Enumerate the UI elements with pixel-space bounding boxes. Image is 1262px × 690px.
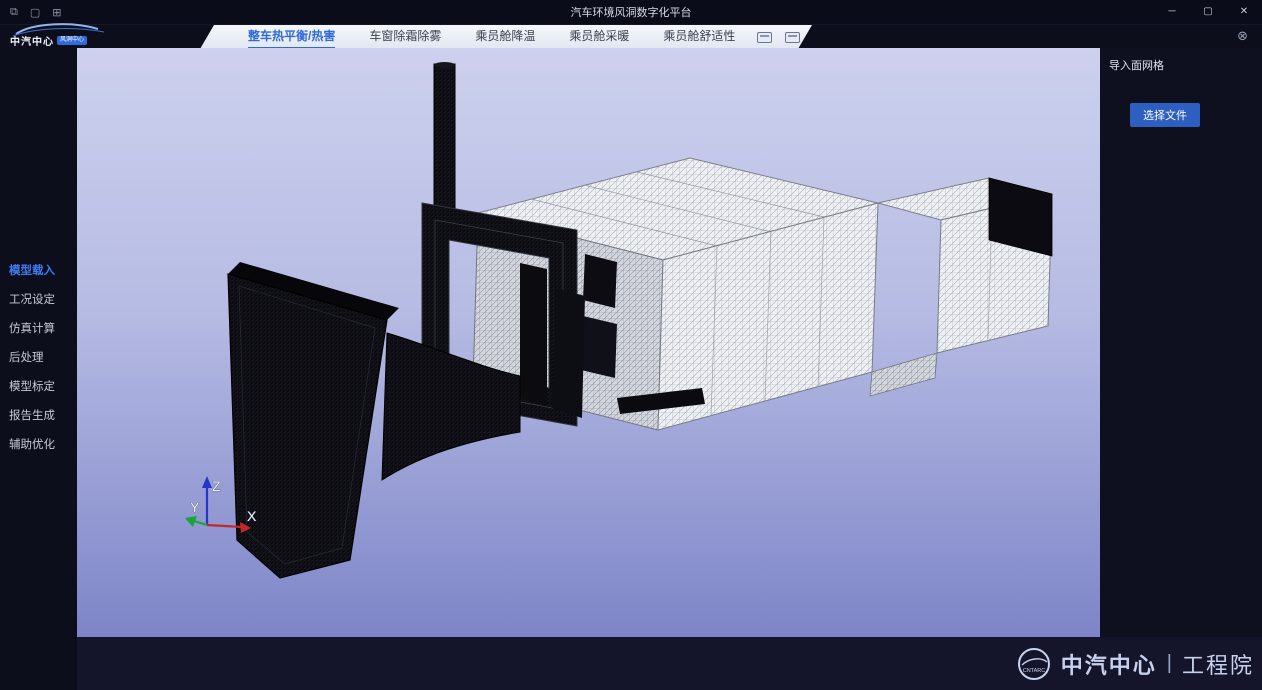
titlebar: ⧉ ▢ ⊞ 汽车环境风洞数字化平台 ─ ▢ ✕ — [0, 0, 1262, 24]
nav-bar: 整车热平衡/热害 车窗除霜除雾 乘员舱降温 乘员舱采暖 乘员舱舒适性 ⊗ — [0, 24, 1262, 48]
panel-toggle-icon-2[interactable] — [785, 32, 800, 43]
nav-tools — [757, 32, 800, 43]
footer-brand-text: 中汽中心 — [1061, 648, 1157, 680]
minimize-button[interactable]: ─ — [1154, 0, 1190, 24]
viewport-3d[interactable]: Z X Y — [77, 48, 1100, 637]
logo-badge: 风洞中心 — [57, 36, 87, 45]
titlebar-menu-icons: ⧉ ▢ ⊞ — [0, 6, 61, 19]
sidebar-menu: 模型载入 工况设定 仿真计算 后处理 模型标定 报告生成 辅助优化 — [0, 257, 77, 460]
footer-logo: CNTARC 中汽中心 | 工程院 — [1017, 647, 1254, 681]
axis-label-y: Y — [190, 499, 200, 515]
cntarc-logo-icon: CNTARC — [1017, 647, 1051, 681]
maximize-button[interactable]: ▢ — [1190, 0, 1226, 24]
select-file-button[interactable]: 选择文件 — [1130, 103, 1200, 127]
logo-brand-text: 中汽中心 — [10, 33, 54, 48]
window-title: 汽车环境风洞数字化平台 — [0, 4, 1262, 20]
sidebar-item-report[interactable]: 报告生成 — [0, 402, 77, 431]
tab-cabin-heating[interactable]: 乘员舱采暖 — [569, 25, 629, 49]
footer-org-text: 工程院 — [1182, 648, 1254, 680]
sidebar-item-calibration[interactable]: 模型标定 — [0, 373, 77, 402]
tab-defrost-defog[interactable]: 车窗除霜除雾 — [369, 25, 441, 49]
mesh-box-right — [870, 178, 1052, 396]
nav-tabs: 整车热平衡/热害 车窗除霜除雾 乘员舱降温 乘员舱采暖 乘员舱舒适性 — [200, 25, 812, 49]
tab-cabin-cooling[interactable]: 乘员舱降温 — [475, 25, 535, 49]
mesh-strut — [552, 288, 585, 418]
copy-window-icon[interactable]: ⧉ — [10, 6, 18, 19]
sidebar: 模型载入 工况设定 仿真计算 后处理 模型标定 报告生成 辅助优化 — [0, 48, 77, 690]
right-panel: 导入面网格 选择文件 — [1100, 48, 1262, 637]
new-window-icon[interactable]: ▢ — [30, 6, 40, 19]
mesh-model-svg: Z X Y — [77, 48, 1100, 637]
footer: CNTARC 中汽中心 | 工程院 — [77, 637, 1262, 690]
sidebar-item-condition-setup[interactable]: 工况设定 — [0, 286, 77, 315]
import-mesh-label: 导入面网格 — [1100, 48, 1262, 73]
footer-divider: | — [1167, 652, 1172, 675]
apps-grid-icon[interactable]: ⊞ — [52, 6, 61, 19]
cntarc-logo-text: CNTARC — [1023, 668, 1046, 674]
sidebar-item-optimization[interactable]: 辅助优化 — [0, 431, 77, 460]
close-button[interactable]: ✕ — [1226, 0, 1262, 24]
tab-cabin-comfort[interactable]: 乘员舱舒适性 — [663, 25, 735, 49]
sidebar-item-postprocess[interactable]: 后处理 — [0, 344, 77, 373]
axis-label-z: Z — [212, 478, 221, 494]
sidebar-item-model-load[interactable]: 模型载入 — [0, 257, 77, 286]
panel-toggle-icon-1[interactable] — [757, 32, 772, 43]
axis-label-x: X — [247, 508, 257, 524]
tab-thermal-balance[interactable]: 整车热平衡/热害 — [248, 25, 335, 49]
settings-icon[interactable]: ⊗ — [1237, 28, 1248, 44]
app-logo: 中汽中心 风洞中心 — [8, 25, 148, 48]
window-controls: ─ ▢ ✕ — [1154, 0, 1262, 24]
sidebar-item-simulation[interactable]: 仿真计算 — [0, 315, 77, 344]
